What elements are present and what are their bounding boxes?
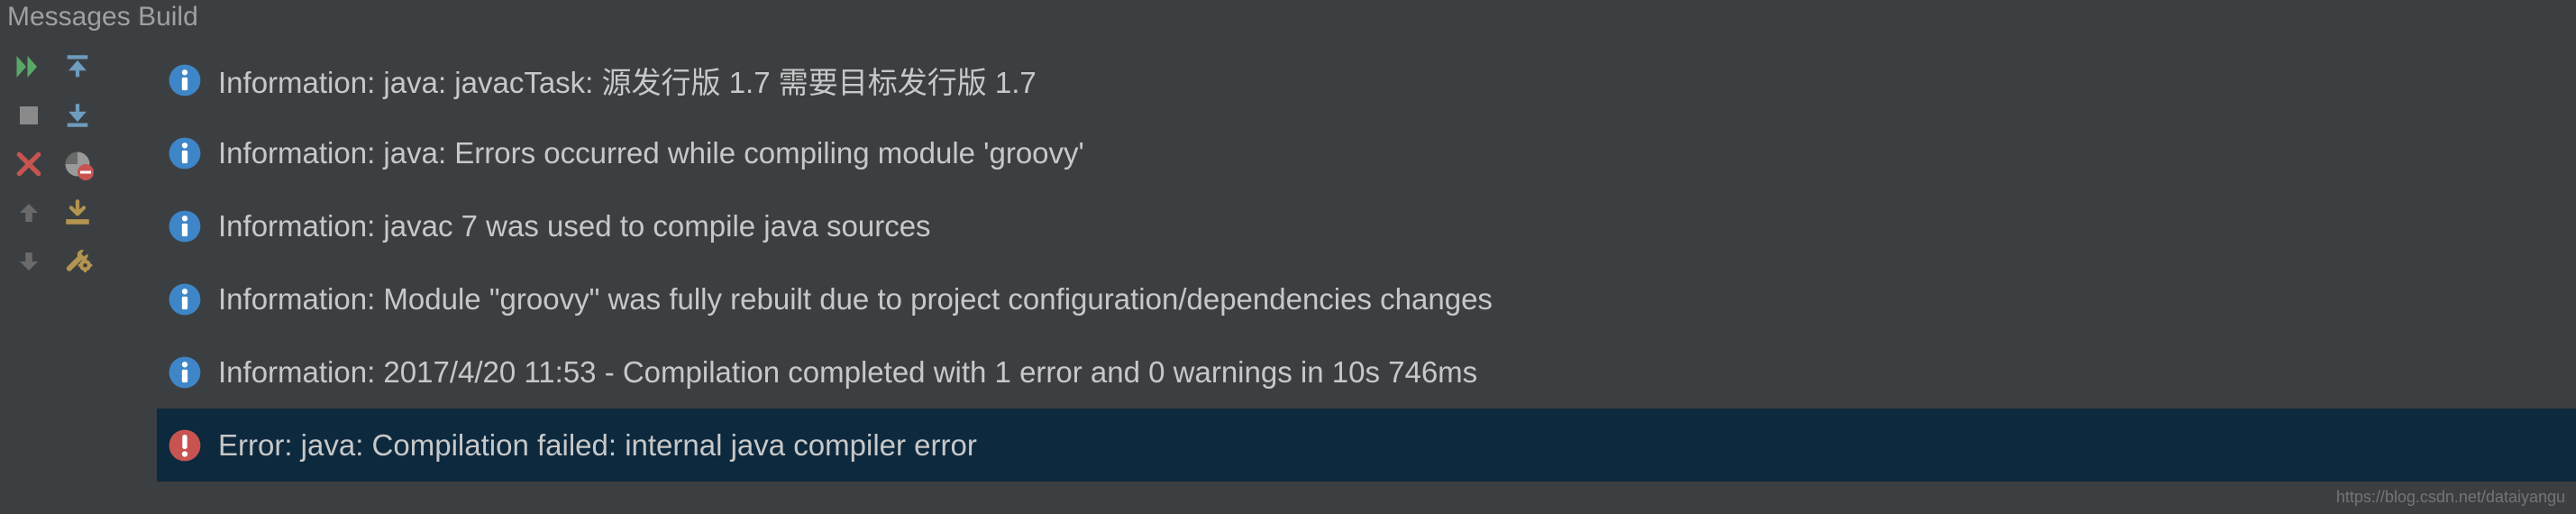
close-button[interactable] (7, 142, 50, 186)
message-text: Information: 2017/4/20 11:53 - Compilati… (218, 355, 1477, 390)
collapse-all-button[interactable] (56, 94, 99, 137)
stop-button[interactable] (7, 94, 50, 137)
hide-warnings-button[interactable] (56, 142, 99, 186)
message-text: Error: java: Compilation failed: interna… (218, 428, 977, 463)
message-text: Information: javac 7 was used to compile… (218, 209, 931, 243)
arrow-up-icon (15, 199, 42, 226)
play-icon (13, 50, 45, 83)
message-row[interactable]: Information: Module "groovy" was fully r… (157, 262, 2576, 335)
pie-minus-icon (61, 148, 94, 180)
collapse-all-icon (62, 100, 93, 131)
message-row[interactable]: Information: java: Errors occurred while… (157, 116, 2576, 189)
expand-all-button[interactable] (56, 45, 99, 88)
arrow-down-icon (15, 248, 42, 275)
export-icon (62, 197, 93, 228)
message-text: Information: java: Errors occurred while… (218, 136, 1084, 170)
up-button[interactable] (7, 191, 50, 234)
info-icon (168, 136, 202, 170)
rerun-button[interactable] (7, 45, 50, 88)
down-button[interactable] (7, 240, 50, 283)
wrench-icon (62, 246, 93, 277)
export-button[interactable] (56, 191, 99, 234)
messages-list: Information: java: javacTask: 源发行版 1.7 需… (112, 41, 2576, 514)
message-row[interactable]: Information: java: javacTask: 源发行版 1.7 需… (157, 43, 2576, 116)
info-icon (168, 282, 202, 317)
info-icon (168, 63, 202, 97)
message-text: Information: Module "groovy" was fully r… (218, 282, 1493, 317)
message-row[interactable]: Error: java: Compilation failed: interna… (157, 408, 2576, 482)
watermark: https://blog.csdn.net/dataiyangu (2336, 488, 2565, 507)
expand-all-icon (62, 51, 93, 82)
panel-title: Messages Build (0, 0, 2576, 41)
message-row[interactable]: Information: 2017/4/20 11:53 - Compilati… (157, 335, 2576, 408)
close-icon (14, 150, 43, 179)
info-icon (168, 355, 202, 390)
settings-button[interactable] (56, 240, 99, 283)
info-icon (168, 209, 202, 243)
error-icon (168, 428, 202, 463)
toolbar (0, 41, 112, 514)
message-text: Information: java: javacTask: 源发行版 1.7 需… (218, 59, 1037, 102)
content-area: Information: java: javacTask: 源发行版 1.7 需… (0, 41, 2576, 514)
stop-icon (15, 102, 42, 129)
message-row[interactable]: Information: javac 7 was used to compile… (157, 189, 2576, 262)
